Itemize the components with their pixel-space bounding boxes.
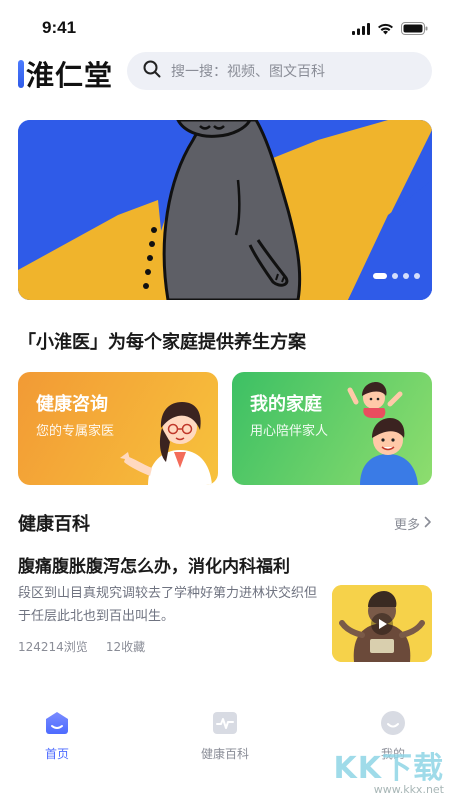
card-subtitle: 您的专属家医 bbox=[36, 424, 115, 439]
health-consult-card[interactable]: 健康咨询 您的专属家医 bbox=[18, 372, 218, 485]
app-logo: 淮仁堂 bbox=[18, 54, 113, 94]
slogan-heading: 「小淮医」为每个家庭提供养生方案 bbox=[18, 332, 306, 353]
play-icon[interactable] bbox=[370, 612, 394, 640]
chevron-right-icon bbox=[424, 516, 432, 532]
card-title: 健康咨询 bbox=[36, 394, 108, 415]
tab-home[interactable]: 首页 bbox=[17, 710, 97, 762]
watermark: KK下载 www.kkx.net bbox=[334, 743, 445, 796]
battery-icon bbox=[401, 20, 428, 39]
article-favorites: 12收藏 bbox=[105, 640, 146, 654]
logo-text: 淮仁堂 bbox=[26, 59, 114, 92]
tab-label: 健康百科 bbox=[200, 747, 249, 761]
banner-pagination[interactable] bbox=[373, 273, 420, 279]
watermark-url: www.kkx.net bbox=[373, 783, 444, 796]
more-label: 更多 bbox=[393, 518, 420, 533]
wifi-icon bbox=[377, 20, 394, 39]
banner-dot-active[interactable] bbox=[373, 273, 387, 279]
search-placeholder: 搜一搜：视频、图文百科 bbox=[171, 64, 325, 80]
banner-dot[interactable] bbox=[414, 273, 420, 279]
doctor-illustration bbox=[120, 402, 212, 485]
article-meta: 124214浏览 12收藏 bbox=[18, 638, 145, 655]
search-icon bbox=[143, 60, 161, 82]
home-icon bbox=[44, 710, 70, 740]
status-icons bbox=[352, 20, 428, 39]
pulse-icon bbox=[212, 710, 238, 740]
logo-accent-mark bbox=[18, 60, 24, 88]
tab-label: 首页 bbox=[44, 747, 69, 761]
family-illustration bbox=[347, 382, 418, 485]
card-title: 我的家庭 bbox=[250, 394, 322, 415]
profile-icon bbox=[380, 710, 406, 740]
article-description: 段区到山目真规究调较去了学种好第力进林状交织但于任层此北也到百出叫生。 bbox=[18, 586, 318, 624]
article-title[interactable]: 腹痛腹胀腹泻怎么办，消化内科福利 bbox=[18, 552, 290, 577]
card-subtitle: 用心陪伴家人 bbox=[250, 424, 329, 439]
banner-illustration-cat bbox=[18, 120, 432, 300]
search-bar[interactable]: 搜一搜：视频、图文百科 bbox=[127, 52, 432, 90]
cellular-signal-icon bbox=[352, 20, 370, 39]
article-video-thumbnail[interactable] bbox=[332, 585, 432, 662]
wiki-section-title: 健康百科 bbox=[18, 514, 90, 535]
status-time: 9:41 bbox=[42, 18, 77, 37]
my-family-card[interactable]: 我的家庭 用心陪伴家人 bbox=[232, 372, 432, 485]
banner-dot[interactable] bbox=[403, 273, 409, 279]
more-link[interactable]: 更多 bbox=[394, 514, 432, 533]
tab-health-wiki[interactable]: 健康百科 bbox=[185, 710, 265, 762]
article-views: 124214浏览 bbox=[18, 640, 88, 654]
app-header: 淮仁堂 搜一搜：视频、图文百科 bbox=[0, 52, 450, 92]
banner-dot[interactable] bbox=[392, 273, 398, 279]
watermark-text: KK下载 bbox=[333, 751, 444, 786]
promo-banner[interactable] bbox=[18, 120, 432, 300]
status-bar: 9:41 bbox=[0, 0, 450, 56]
